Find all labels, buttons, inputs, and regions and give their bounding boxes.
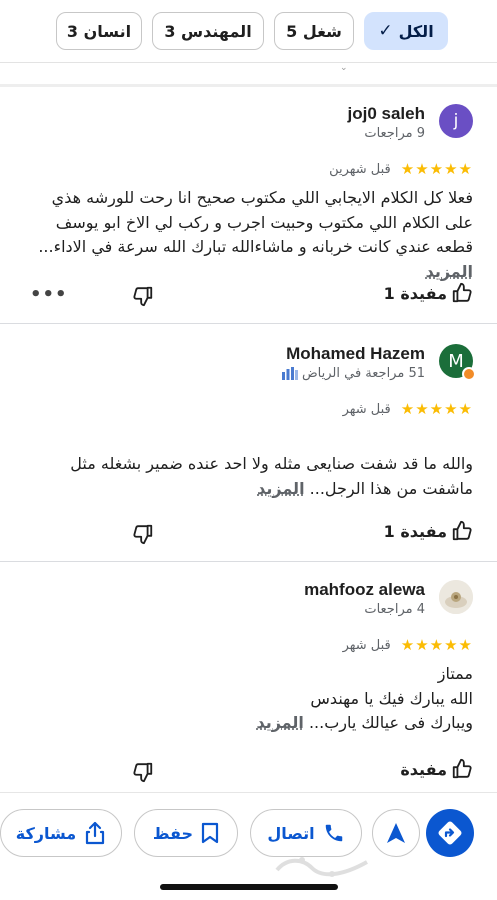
avatar[interactable]: M (439, 344, 476, 381)
not-helpful-button[interactable] (132, 285, 154, 311)
bookmark-icon (201, 822, 219, 844)
review-meta: ★★★★★ قبل شهرين (329, 160, 473, 178)
review-text: ممتاز الله يبارك فيك يا مهندس ويبارك فى … (23, 662, 473, 736)
avatar-letter: M (448, 350, 464, 372)
phone-icon (325, 824, 342, 842)
chip-human[interactable]: انسان 3 (56, 12, 142, 50)
reviewer-stats: 51 مراجعة في الرياض (301, 366, 425, 381)
checkmark-icon: ✓ (378, 21, 393, 41)
thumbs-up-icon (452, 758, 472, 779)
review-text: فعلا كل الكلام الايجابي اللي مكتوب صحيح … (23, 186, 473, 284)
share-button[interactable]: مشاركة (0, 809, 122, 857)
chip-human-label: انسان 3 (66, 21, 132, 41)
start-navigation-button[interactable] (372, 809, 420, 857)
call-label: اتصال (267, 823, 315, 843)
helpful-count: مفيدة 1 (383, 521, 447, 541)
review-time: قبل شهر (342, 401, 391, 417)
more-link[interactable]: المزيد (257, 479, 304, 498)
review-header[interactable]: M Mohamed Hazem 51 مراجعة في الرياض (23, 344, 476, 394)
thumbs-down-icon (133, 524, 153, 545)
thumbs-down-icon (133, 286, 153, 307)
stats-icon (281, 367, 298, 380)
review-line-with-more: ويبارك فى عيالك يارب... المزيد (23, 711, 473, 736)
review-line: الله يبارك فيك يا مهندس (310, 688, 473, 708)
share-icon (86, 821, 105, 845)
review-line: ممتاز (437, 664, 473, 683)
review-actions: مفيدة (0, 758, 497, 788)
review-header[interactable]: j joj0 saleh 9 مراجعات (23, 104, 473, 154)
avatar-letter: j (453, 111, 459, 131)
chip-all-label: الكل (398, 21, 434, 41)
more-link[interactable]: المزيد (256, 713, 303, 732)
chip-engineer-label: المهندس 3 (164, 21, 252, 41)
chip-all[interactable]: الكل ✓ (364, 12, 448, 50)
review-meta: ★★★★★ قبل شهر (343, 636, 473, 654)
home-indicator (160, 884, 338, 890)
helpful-button[interactable]: مفيدة 1 (384, 520, 473, 542)
review-text: والله ما قد شفت صنايعى مثله ولا احد عنده… (23, 452, 473, 501)
review-body: فعلا كل الكلام الايجابي اللي مكتوب صحيح … (38, 188, 473, 256)
thumbs-down-icon (133, 762, 153, 783)
watermark-logo-icon (275, 857, 368, 877)
review-divider (0, 323, 497, 324)
thumbs-up-icon (452, 520, 472, 541)
avatar[interactable] (439, 580, 473, 614)
helpful-button[interactable]: مفيدة 1 (384, 282, 473, 304)
section-divider (0, 84, 497, 87)
directions-button[interactable] (426, 809, 474, 857)
reviewer-name[interactable]: joj0 saleh (348, 104, 425, 124)
reviewer-name[interactable]: mahfooz alewa (304, 580, 425, 600)
not-helpful-button[interactable] (132, 761, 154, 787)
not-helpful-button[interactable] (132, 523, 154, 549)
more-options-icon[interactable]: ••• (30, 284, 68, 305)
review-card: M Mohamed Hazem 51 مراجعة في الرياض ★★★★… (0, 344, 497, 560)
save-label: حفظ (152, 823, 194, 843)
review-line: ويبارك فى عيالك يارب... (308, 713, 473, 732)
review-header[interactable]: mahfooz alewa 4 مراجعات (23, 580, 473, 630)
reviewer-review-count: 9 مراجعات (364, 126, 425, 141)
local-guide-badge-icon (462, 367, 476, 381)
review-actions: مفيدة 1 ••• (0, 282, 497, 312)
chips-divider (0, 62, 497, 63)
rating-stars: ★★★★★ (400, 400, 473, 418)
rating-stars: ★★★★★ (400, 636, 473, 654)
chip-engineer[interactable]: المهندس 3 (152, 12, 264, 50)
helpful-count: مفيدة (400, 759, 447, 779)
share-label: مشاركة (15, 823, 77, 843)
review-card: j joj0 saleh 9 مراجعات ★★★★★ قبل شهرين ف… (0, 104, 497, 324)
rating-stars: ★★★★★ (400, 160, 473, 178)
directions-icon (438, 821, 462, 845)
thumbs-up-icon (452, 282, 472, 303)
filter-chips-bar: الكل ✓ شغل 5 المهندس 3 انسان 3 (0, 0, 497, 62)
review-meta: ★★★★★ قبل شهر (343, 400, 473, 418)
review-card: mahfooz alewa 4 مراجعات ★★★★★ قبل شهر مم… (0, 580, 497, 790)
caret-down-icon: ⌄ (340, 63, 348, 73)
save-button[interactable]: حفظ (134, 809, 238, 857)
more-link[interactable]: المزيد (426, 262, 473, 281)
avatar[interactable]: j (439, 104, 473, 138)
review-time: قبل شهر (342, 637, 391, 653)
review-divider (0, 561, 497, 562)
chip-work[interactable]: شغل 5 (274, 12, 354, 50)
chip-work-label: شغل 5 (286, 21, 342, 41)
reviewer-name[interactable]: Mohamed Hazem (286, 344, 425, 364)
helpful-button[interactable]: مفيدة (400, 758, 473, 780)
reviewer-review-count: 4 مراجعات (364, 602, 425, 617)
helpful-count: مفيدة 1 (383, 283, 447, 303)
profile-photo-icon (439, 580, 473, 614)
review-actions: مفيدة 1 (0, 520, 497, 550)
navigation-arrow-icon (387, 823, 405, 843)
review-time: قبل شهرين (329, 161, 391, 177)
reviewer-review-count: 51 مراجعة في الرياض (278, 366, 425, 381)
